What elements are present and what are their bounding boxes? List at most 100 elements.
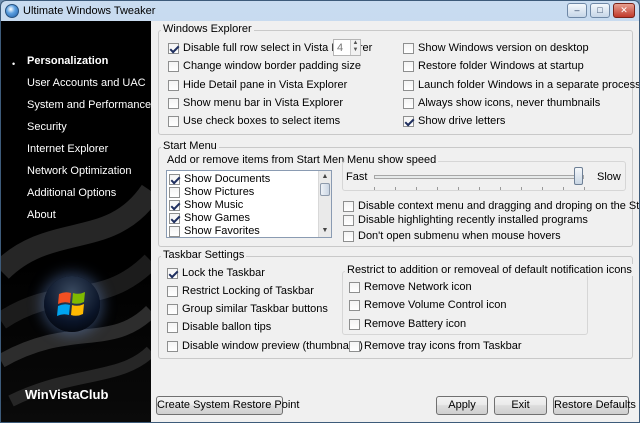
list-item-show-games[interactable]: Show Games xyxy=(169,212,250,224)
checkbox-change-border-padding[interactable]: Change window border padding size xyxy=(168,60,361,72)
checkbox-box[interactable] xyxy=(167,303,178,315)
checkbox-restore-folder-windows[interactable]: Restore folder Windows at startup xyxy=(403,60,584,72)
checkbox-box[interactable] xyxy=(349,318,360,330)
checkbox-launch-separate-process[interactable]: Launch folder Windows in a separate proc… xyxy=(403,79,639,91)
minimize-button[interactable]: – xyxy=(567,3,587,18)
checkbox-box[interactable] xyxy=(349,281,360,293)
start-menu-title: Start Menu xyxy=(161,140,219,152)
checkbox-disable-context-menu[interactable]: Disable context menu and dragging and dr… xyxy=(343,200,639,212)
list-item-show-music[interactable]: Show Music xyxy=(169,199,243,211)
slider-tick xyxy=(458,187,459,190)
restore-defaults-button[interactable]: Restore Defaults xyxy=(553,396,636,415)
stepper-arrows-icon[interactable]: ▲ ▼ xyxy=(350,40,360,55)
checkbox-box[interactable] xyxy=(343,230,354,242)
checkbox-box[interactable] xyxy=(167,340,178,352)
checkbox-disable-ballon-tips[interactable]: Disable ballon tips xyxy=(167,321,271,333)
notification-icons-title: Restrict to addition or removeal of defa… xyxy=(345,264,634,276)
checkbox-box[interactable] xyxy=(167,321,178,333)
list-scrollbar[interactable]: ▲ ▼ xyxy=(318,171,331,237)
create-restore-point-button[interactable]: Create System Restore Point xyxy=(156,396,299,415)
windows-logo-icon xyxy=(44,276,100,332)
checkbox-box[interactable] xyxy=(403,60,414,72)
sidebar-item-about[interactable]: About xyxy=(27,209,56,221)
list-item-show-documents[interactable]: Show Documents xyxy=(169,173,270,185)
checkbox-box[interactable] xyxy=(168,115,179,127)
checkbox-box[interactable] xyxy=(403,115,414,127)
checkbox-box[interactable] xyxy=(168,42,179,54)
checkbox-box[interactable] xyxy=(168,97,179,109)
list-item-show-pictures[interactable]: Show Pictures xyxy=(169,186,254,198)
checkbox-box[interactable] xyxy=(167,267,178,279)
menu-speed-title: Menu show speed xyxy=(345,154,439,166)
slider-tick xyxy=(437,187,438,190)
sidebar-item-security[interactable]: Security xyxy=(27,121,67,133)
checkbox-group-similar[interactable]: Group similar Taskbar buttons xyxy=(167,303,328,315)
title-bar[interactable]: Ultimate Windows Tweaker – □ ✕ xyxy=(1,1,639,21)
checkbox-box[interactable] xyxy=(403,97,414,109)
app-icon xyxy=(5,4,19,18)
checkbox-remove-tray-icons[interactable]: Remove tray icons from Taskbar xyxy=(349,340,522,352)
checkbox-show-windows-version[interactable]: Show Windows version on desktop xyxy=(403,42,589,54)
menu-speed-slider[interactable] xyxy=(374,175,584,179)
checkbox-always-show-icons[interactable]: Always show icons, never thumbnails xyxy=(403,97,600,109)
checkbox-box[interactable] xyxy=(343,214,354,226)
checkbox-show-menu-bar[interactable]: Show menu bar in Vista Explorer xyxy=(168,97,343,109)
checkbox-box[interactable] xyxy=(403,79,414,91)
checkbox-box[interactable] xyxy=(169,186,180,198)
border-padding-stepper[interactable]: 4 ▲ ▼ xyxy=(333,39,361,56)
list-item-show-favorites[interactable]: Show Favorites xyxy=(169,225,260,237)
brand-label: WinVistaClub xyxy=(25,387,109,402)
checkbox-box[interactable] xyxy=(168,79,179,91)
close-button[interactable]: ✕ xyxy=(613,3,635,18)
sidebar-item-additional-options[interactable]: Additional Options xyxy=(27,187,116,199)
checkbox-disable-highlighting[interactable]: Disable highlighting recently installed … xyxy=(343,214,588,226)
checkbox-dont-open-submenu[interactable]: Don't open submenu when mouse hovers xyxy=(343,230,561,242)
app-window: Ultimate Windows Tweaker – □ ✕ • Persona… xyxy=(0,0,640,423)
sidebar-item-personalization[interactable]: Personalization xyxy=(27,55,108,67)
menu-speed-slider-thumb[interactable] xyxy=(574,167,583,185)
slider-tick xyxy=(521,187,522,190)
checkbox-box[interactable] xyxy=(349,340,360,352)
slider-tick xyxy=(395,187,396,190)
checkbox-remove-volume-icon[interactable]: Remove Volume Control icon xyxy=(349,299,506,311)
checkbox-box[interactable] xyxy=(169,173,180,185)
checkbox-remove-battery-icon[interactable]: Remove Battery icon xyxy=(349,318,466,330)
active-bullet-icon: • xyxy=(12,59,16,69)
slider-tick xyxy=(416,187,417,190)
speed-slow-label: Slow xyxy=(597,171,621,183)
sidebar-item-network-optimization[interactable]: Network Optimization xyxy=(27,165,132,177)
sidebar-item-internet-explorer[interactable]: Internet Explorer xyxy=(27,143,108,155)
checkbox-show-drive-letters[interactable]: Show drive letters xyxy=(403,115,505,127)
checkbox-use-check-boxes[interactable]: Use check boxes to select items xyxy=(168,115,340,127)
maximize-button[interactable]: □ xyxy=(590,3,610,18)
slider-tick xyxy=(542,187,543,190)
border-padding-value: 4 xyxy=(337,42,344,54)
slider-tick xyxy=(374,187,375,190)
checkbox-box[interactable] xyxy=(343,200,354,212)
checkbox-box[interactable] xyxy=(349,299,360,311)
checkbox-box[interactable] xyxy=(169,199,180,211)
scroll-thumb[interactable] xyxy=(320,183,330,196)
start-menu-items-list[interactable]: Show Documents Show Pictures Show Music … xyxy=(166,170,332,238)
slider-tick xyxy=(479,187,480,190)
checkbox-disable-window-preview[interactable]: Disable window preview (thumbnails) xyxy=(167,340,363,352)
checkbox-box[interactable] xyxy=(169,212,180,224)
add-remove-label: Add or remove items from Start Menu xyxy=(167,154,351,166)
checkbox-lock-taskbar[interactable]: Lock the Taskbar xyxy=(167,267,265,279)
checkbox-box[interactable] xyxy=(168,60,179,72)
sidebar-item-system-performance[interactable]: System and Performance xyxy=(27,99,151,111)
scroll-up-icon[interactable]: ▲ xyxy=(319,171,331,183)
exit-button[interactable]: Exit xyxy=(494,396,547,415)
sidebar-item-user-accounts[interactable]: User Accounts and UAC xyxy=(27,77,146,89)
speed-fast-label: Fast xyxy=(346,171,368,183)
checkbox-box[interactable] xyxy=(169,225,180,237)
checkbox-box[interactable] xyxy=(167,285,178,297)
slider-tick xyxy=(584,187,585,190)
checkbox-remove-network-icon[interactable]: Remove Network icon xyxy=(349,281,472,293)
scroll-down-icon[interactable]: ▼ xyxy=(319,225,331,237)
checkbox-box[interactable] xyxy=(403,42,414,54)
apply-button[interactable]: Apply xyxy=(436,396,488,415)
checkbox-restrict-locking[interactable]: Restrict Locking of Taskbar xyxy=(167,285,314,297)
checkbox-hide-detail-pane[interactable]: Hide Detail pane in Vista Explorer xyxy=(168,79,347,91)
slider-tick xyxy=(563,187,564,190)
